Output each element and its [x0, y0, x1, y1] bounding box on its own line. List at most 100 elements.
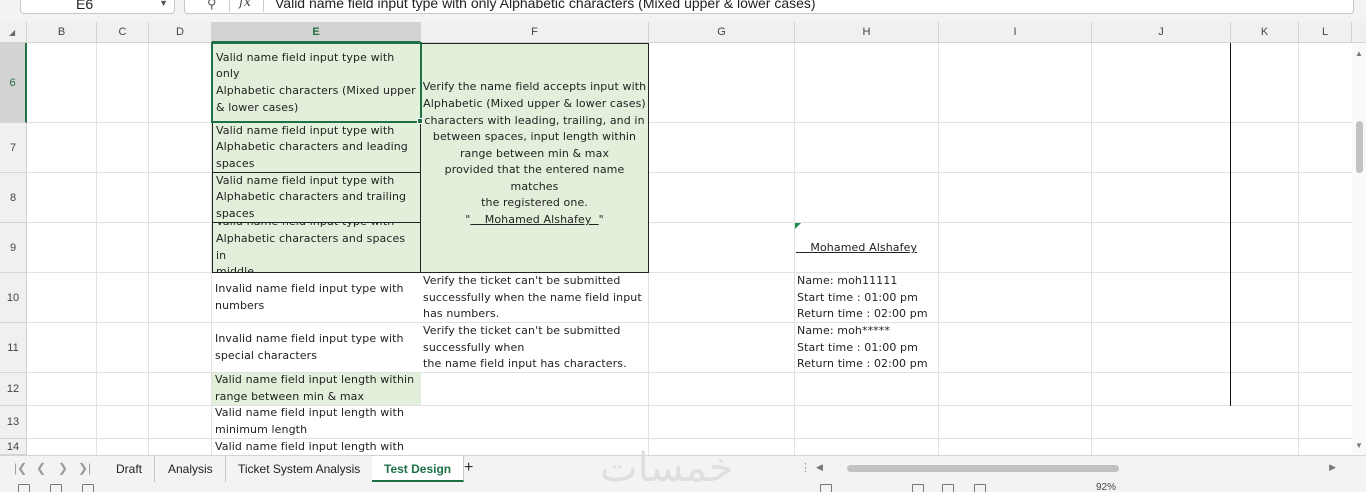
row-header-7[interactable]: 7	[0, 123, 27, 173]
tab-draft[interactable]: Draft	[104, 456, 156, 482]
cell-e11[interactable]: Invalid name field input type with speci…	[212, 323, 421, 372]
cell-text: Valid name field input type with	[216, 123, 395, 137]
formula-input[interactable]: ⚲ fx Valid name field input type with on…	[184, 0, 1354, 14]
cell-text: Name: moh*****	[797, 324, 890, 337]
column-header-e[interactable]: E	[212, 22, 421, 43]
cell-text: between spaces, input length within	[432, 130, 637, 144]
column-header-k[interactable]: K	[1231, 22, 1299, 43]
cell-e14[interactable]: Valid name field input length with	[212, 439, 421, 455]
scroll-right-icon[interactable]: ▶	[1329, 462, 1336, 473]
column-header-h[interactable]: H	[795, 22, 939, 43]
registered-name: Mohamed Alshafey	[470, 213, 599, 227]
cell-text: Verify the ticket can't be submitted	[423, 324, 621, 337]
column-header-j[interactable]: J	[1092, 22, 1231, 43]
tab-analysis[interactable]: Analysis	[156, 456, 226, 482]
row-header-12[interactable]: 12	[0, 373, 27, 406]
cell-text: spaces	[216, 206, 255, 220]
tab-splitter[interactable]: ⋮	[800, 461, 811, 474]
cell-text: the name field input has characters.	[423, 357, 627, 371]
column-header-bar: ◢ B C D E F G H I J K L	[0, 22, 1366, 43]
macro-icon[interactable]	[82, 484, 94, 492]
cell-name-line: " Mohamed Alshafey "	[421, 212, 648, 229]
tab-ticket-system-analysis[interactable]: Ticket System Analysis	[226, 456, 374, 482]
column-header-d[interactable]: D	[149, 22, 212, 43]
cell-f10[interactable]: Verify the ticket can't be submitted suc…	[421, 273, 649, 322]
column-header-b[interactable]: B	[27, 22, 97, 43]
tab-test-design[interactable]: Test Design	[372, 456, 465, 482]
cell-h10[interactable]: Name: moh11111 Start time : 01:00 pm Ret…	[795, 273, 938, 322]
row-header-13[interactable]: 13	[0, 406, 27, 439]
row-header-14[interactable]: 14	[0, 439, 27, 455]
display-settings-icon[interactable]	[820, 484, 832, 492]
page-break-icon[interactable]	[974, 484, 986, 492]
cell-text: minimum length	[215, 423, 308, 436]
column-header-c[interactable]: C	[97, 22, 149, 43]
scrollbar-thumb[interactable]	[847, 465, 1119, 472]
gridline	[148, 43, 149, 455]
cell-e8[interactable]: Valid name field input type with Alphabe…	[212, 172, 421, 223]
cell-text: Valid name field input type with	[216, 223, 417, 231]
cell-f6-merged[interactable]: Verify the name field accepts input with…	[420, 43, 649, 273]
scrollbar-thumb[interactable]	[1356, 121, 1363, 173]
cell-text: Valid name field input length with	[215, 440, 405, 453]
normal-view-icon[interactable]	[912, 484, 924, 492]
cell-text: Start time : 01:00 pm	[797, 340, 918, 354]
active-cell-selection[interactable]	[211, 42, 422, 123]
sheet-view-icon[interactable]	[18, 484, 30, 492]
add-sheet-icon[interactable]: +	[464, 459, 473, 477]
cell-text: Alphabetic characters and trailing	[216, 190, 407, 204]
horizontal-scrollbar[interactable]: ◀ ▶	[812, 462, 1340, 476]
cell-text: Alphabetic (Mixed upper & lower cases)	[423, 96, 646, 110]
comment-indicator-icon[interactable]	[795, 223, 801, 229]
cell-e7[interactable]: Valid name field input type with Alphabe…	[212, 122, 421, 173]
cell-e10[interactable]: Invalid name field input type with numbe…	[212, 273, 421, 322]
scroll-up-icon[interactable]: ▲	[1355, 49, 1363, 58]
scroll-down-icon[interactable]: ▼	[1355, 441, 1363, 450]
row-header-9[interactable]: 9	[0, 223, 27, 273]
cell-text: Invalid name field input type with	[215, 281, 404, 295]
cell-e13[interactable]: Valid name field input length with minim…	[212, 406, 421, 438]
cell-text: range between min & max	[459, 146, 610, 160]
cell-text: middle	[216, 265, 255, 273]
cell-e12[interactable]: Valid name field input length within ran…	[212, 373, 421, 405]
gridline	[96, 43, 97, 455]
chevron-down-icon[interactable]: ▼	[159, 0, 168, 8]
column-header-l[interactable]: L	[1299, 22, 1352, 43]
triangle-icon: ◢	[9, 28, 16, 37]
name-box[interactable]: E6 ▼	[20, 0, 175, 14]
vertical-scrollbar[interactable]: ▲ ▼	[1352, 43, 1366, 455]
cell-h11[interactable]: Name: moh***** Start time : 01:00 pm Ret…	[795, 323, 938, 372]
next-sheet-icon[interactable]: ❯	[58, 461, 68, 475]
row-header-8[interactable]: 8	[0, 173, 27, 223]
page-layout-icon[interactable]	[942, 484, 954, 492]
column-header-g[interactable]: G	[649, 22, 795, 43]
row-header-10[interactable]: 10	[0, 273, 27, 323]
function-icon[interactable]: fx	[239, 0, 251, 10]
zoom-search-icon[interactable]: ⚲	[207, 0, 217, 12]
cell-text: range between min & max	[215, 390, 365, 403]
scroll-left-icon[interactable]: ◀	[816, 462, 823, 473]
first-sheet-icon[interactable]: |❮	[14, 461, 27, 475]
cell-text: Start time : 01:00 pm	[797, 290, 918, 304]
zoom-level[interactable]: 92%	[1096, 482, 1116, 492]
prev-sheet-icon[interactable]: ❮	[36, 461, 46, 475]
cell-f11[interactable]: Verify the ticket can't be submitted suc…	[421, 323, 649, 372]
cell-text: characters with leading, trailing, and i…	[424, 113, 645, 127]
column-header-f[interactable]: F	[421, 22, 649, 43]
accessibility-icon[interactable]	[50, 484, 62, 492]
cell-e9[interactable]: Valid name field input type with Alphabe…	[212, 222, 421, 273]
gridline	[1091, 43, 1092, 455]
cell-h9[interactable]: Mohamed Alshafey	[795, 240, 935, 257]
last-sheet-icon[interactable]: ❯|	[78, 461, 91, 475]
fill-handle[interactable]	[417, 118, 423, 124]
column-header-i[interactable]: I	[939, 22, 1092, 43]
select-all-corner[interactable]: ◢	[0, 22, 27, 43]
cell-text: successfully when	[423, 340, 525, 354]
cell-text: Return time : 02:00 pm	[797, 307, 928, 321]
cell-text: numbers	[215, 298, 265, 312]
status-bar: 92%	[0, 482, 1366, 492]
cell-text: Valid name field input length with	[215, 406, 405, 420]
row-header-11[interactable]: 11	[0, 323, 27, 373]
formula-text[interactable]: Valid name field input type with only Al…	[275, 0, 816, 11]
row-header-6[interactable]: 6	[0, 43, 27, 123]
